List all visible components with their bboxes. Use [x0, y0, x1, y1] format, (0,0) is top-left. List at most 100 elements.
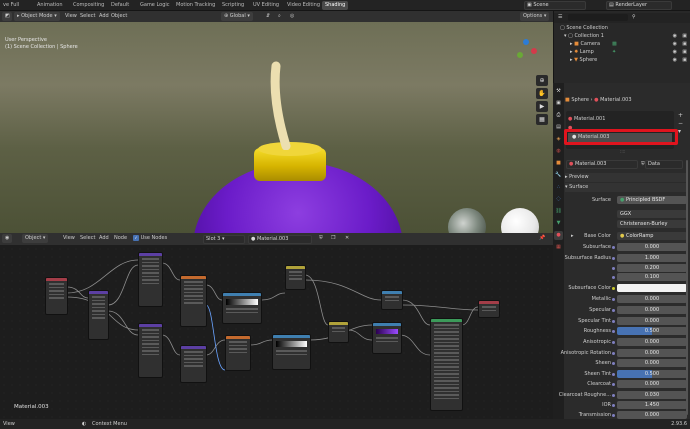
base-color-link-field[interactable]: ● ColorRamp — [617, 232, 687, 240]
node-color-ramp-2[interactable] — [272, 334, 311, 370]
render-camera-icon[interactable]: ▣ — [682, 40, 687, 48]
node-bump[interactable] — [285, 265, 306, 290]
gizmo-y-axis[interactable] — [517, 52, 523, 58]
gizmo-z-axis[interactable] — [523, 39, 529, 45]
surface-section-header[interactable]: ▾ Surface — [565, 183, 687, 192]
tab-shading[interactable]: Shading — [322, 1, 349, 10]
numeric-field[interactable]: 0.000 — [617, 295, 687, 303]
node-noise-texture-2[interactable] — [138, 323, 163, 378]
options-dropdown[interactable]: Options ▾ — [520, 12, 550, 21]
gizmo-x-axis[interactable] — [531, 48, 537, 54]
snap-icon[interactable]: ⌕ — [275, 12, 284, 21]
outliner-collection-1[interactable]: ▾ ▢ Collection 1 ◉ ▣ — [554, 32, 690, 40]
material-selector[interactable]: ● Material.003 — [248, 235, 312, 244]
node-material-output[interactable] — [478, 300, 500, 318]
material-tab-icon[interactable]: ● — [554, 231, 563, 240]
visibility-eye-icon[interactable]: ◉ — [673, 56, 677, 64]
outliner-editor-icon[interactable]: ☰ — [558, 13, 562, 21]
node-menu-node[interactable]: Node — [111, 234, 130, 243]
distribution-dropdown[interactable]: GGX — [617, 210, 687, 218]
fake-user-shield-icon[interactable]: ⛨ — [316, 234, 326, 243]
visibility-eye-icon[interactable]: ◉ — [673, 48, 677, 56]
tab-game-logic[interactable]: Game Logic — [137, 1, 173, 10]
grid-view-icon[interactable]: ▦ — [536, 114, 548, 125]
texture-tab-icon[interactable]: ▦ — [554, 243, 563, 252]
numeric-field[interactable]: 0.030 — [617, 391, 687, 399]
object-tab-icon[interactable]: ■ — [554, 159, 563, 168]
tab-compositing[interactable]: Compositing — [70, 1, 107, 10]
expand-arrow-icon[interactable]: ▸ — [571, 232, 574, 241]
link-data-selector[interactable]: Data — [645, 160, 683, 169]
numeric-field[interactable]: 0.000 — [617, 380, 687, 388]
subsurface-method-dropdown[interactable]: Christensen-Burley — [617, 220, 687, 228]
view-layer-tab-icon[interactable]: ▤ — [554, 123, 563, 132]
outliner-item-camera[interactable]: ▸ ■ Camera ▩ ◉ ▣ — [554, 40, 690, 48]
unlink-material-icon[interactable]: ✕ — [342, 234, 352, 243]
view-layer-selector[interactable]: ▤ RenderLayer — [606, 1, 672, 10]
tab-scripting[interactable]: Scripting — [219, 1, 247, 10]
numeric-field[interactable]: 0.000 — [617, 306, 687, 314]
constraints-tab-icon[interactable]: ⛓ — [554, 207, 563, 216]
node-principled-bsdf[interactable] — [430, 318, 463, 411]
node-menu-add[interactable]: Add — [96, 234, 112, 243]
node-color-ramp-3[interactable] — [372, 322, 402, 354]
use-nodes-toggle[interactable]: ✓ Use Nodes — [130, 234, 170, 243]
render-camera-icon[interactable]: ▣ — [682, 32, 687, 40]
node-vector-math-1[interactable] — [180, 275, 207, 327]
editor-type-icon[interactable]: ◩ — [2, 12, 12, 21]
node-noise-texture-1[interactable] — [138, 252, 163, 307]
node-mapping[interactable] — [88, 290, 109, 340]
node-color-ramp-1[interactable] — [222, 292, 262, 324]
numeric-field[interactable]: 1.450 — [617, 401, 687, 409]
numeric-field[interactable]: 0.500 — [617, 327, 687, 335]
numeric-field[interactable]: 0.500 — [617, 370, 687, 378]
node-texture-coordinate[interactable] — [45, 277, 68, 315]
tab-animation[interactable]: Animation — [34, 1, 66, 10]
node-menu-view[interactable]: View — [60, 234, 78, 243]
outliner-search-input[interactable] — [568, 14, 628, 21]
list-resize-grip[interactable]: :::: — [620, 149, 625, 154]
navigation-gizmo[interactable] — [515, 39, 537, 63]
surface-shader-field[interactable]: ● Principled BSDF — [617, 196, 687, 204]
pan-hand-icon[interactable]: ✋ — [536, 88, 548, 99]
node-editor-canvas[interactable] — [0, 245, 553, 419]
node-vector-math-2[interactable] — [180, 345, 207, 383]
render-camera-icon[interactable]: ▣ — [682, 56, 687, 64]
outliner-item-sphere[interactable]: ▸ ▼ Sphere ◉ ▣ — [554, 56, 690, 64]
outliner-scene-collection[interactable]: ▢ Scene Collection — [554, 24, 690, 32]
properties-scrollbar[interactable] — [686, 160, 688, 415]
zoom-icon[interactable]: ⊕ — [536, 75, 548, 86]
tab-uv-editing[interactable]: UV Editing — [250, 1, 282, 10]
node-editor-type-icon[interactable]: ◉ — [2, 234, 12, 243]
outliner-item-lamp[interactable]: ▸ ✹ Lamp ✦ ◉ ▣ — [554, 48, 690, 56]
node-separate[interactable] — [381, 290, 403, 310]
material-slot-1[interactable]: ● Material.001 — [568, 115, 605, 123]
numeric-field[interactable]: 0.000 — [617, 349, 687, 357]
color-ramp-gradient-3[interactable] — [376, 329, 398, 334]
physics-tab-icon[interactable]: ◌ — [554, 195, 563, 204]
preview-section-header[interactable]: ▸ Preview — [565, 173, 687, 182]
numeric-field[interactable]: 0.000 — [617, 338, 687, 346]
numeric-field[interactable]: 0.000 — [617, 317, 687, 325]
slot-selector[interactable]: Slot 3 ▾ — [203, 235, 245, 244]
modifiers-tab-icon[interactable]: 🔧 — [554, 171, 563, 180]
duplicate-material-icon[interactable]: ❐ — [328, 234, 338, 243]
tab-video-editing[interactable]: Video Editing — [284, 1, 323, 10]
filter-icon[interactable]: ⚲ — [632, 13, 636, 21]
scene-selector[interactable]: ▣ Scene — [524, 1, 586, 10]
numeric-field[interactable]: 0.000 — [617, 359, 687, 367]
numeric-field[interactable]: 0.200 — [617, 264, 687, 272]
visibility-eye-icon[interactable]: ◉ — [673, 40, 677, 48]
render-camera-icon[interactable]: ▣ — [682, 48, 687, 56]
tab-default[interactable]: Default — [108, 1, 132, 10]
menu-object[interactable]: Object — [108, 12, 130, 21]
scene-tab-icon[interactable]: ◈ — [554, 135, 563, 144]
visibility-eye-icon[interactable]: ◉ — [673, 32, 677, 40]
particles-tab-icon[interactable]: ∴ — [554, 183, 563, 192]
pivot-icon[interactable]: ⇵ — [263, 12, 273, 21]
data-tab-icon[interactable]: ▼ — [554, 219, 563, 228]
3d-viewport[interactable]: User Perspective (1) Scene Collection | … — [0, 22, 553, 233]
numeric-field[interactable]: 1.000 — [617, 254, 687, 262]
color-ramp-gradient[interactable] — [226, 299, 258, 305]
output-tab-icon[interactable]: ⎙ — [554, 111, 563, 120]
